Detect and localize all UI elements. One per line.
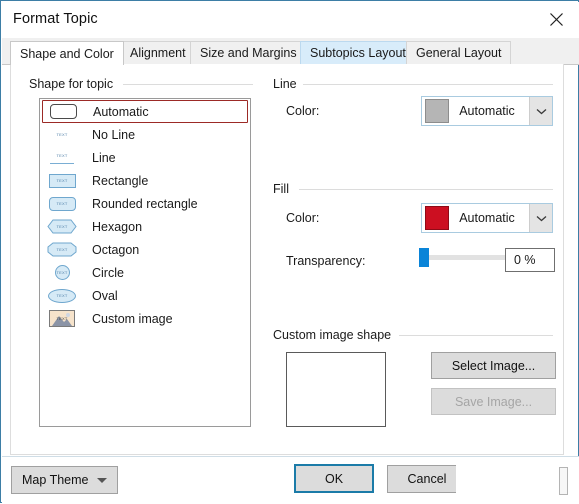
- fill-color-combo[interactable]: Automatic: [421, 203, 553, 233]
- group-divider: [303, 84, 553, 85]
- tab-alignment[interactable]: Alignment: [120, 41, 196, 64]
- list-item-label: Automatic: [93, 104, 149, 119]
- tab-shape-and-color[interactable]: Shape and Color: [10, 41, 124, 65]
- chevron-down-icon[interactable]: [529, 204, 552, 232]
- caret-down-icon: [97, 477, 108, 483]
- fill-color-label: Color:: [286, 211, 320, 225]
- line-color-value: Automatic: [459, 104, 515, 118]
- no-line-icon: TEXT: [56, 131, 68, 137]
- rectangle-icon: TEXT: [44, 172, 80, 190]
- cancel-button[interactable]: Cancel: [387, 465, 467, 493]
- tab-label: General Layout: [416, 46, 502, 60]
- transparency-slider[interactable]: [419, 248, 507, 267]
- ok-button[interactable]: OK: [294, 464, 374, 493]
- chevron-down-icon[interactable]: [529, 97, 552, 125]
- list-item-oval[interactable]: TEXT Oval: [40, 284, 250, 307]
- tab-general-layout[interactable]: General Layout: [406, 41, 512, 64]
- oval-icon: TEXT: [44, 287, 80, 305]
- custom-image-preview[interactable]: [286, 352, 386, 427]
- list-item-label: Octagon: [92, 242, 140, 257]
- button-label: Select Image...: [451, 358, 536, 373]
- map-theme-label: Map Theme: [22, 473, 89, 487]
- hexagon-icon: TEXT: [44, 218, 80, 236]
- list-item-no-line[interactable]: TEXT No Line: [40, 123, 250, 146]
- list-item-line[interactable]: TEXT Line: [40, 146, 250, 169]
- circle-icon: TEXT: [44, 264, 80, 282]
- list-item-rectangle[interactable]: TEXT Rectangle: [40, 169, 250, 192]
- tab-label: Subtopics Layout: [310, 46, 406, 60]
- tab-label: Shape and Color: [20, 46, 114, 61]
- button-label: Save Image...: [454, 394, 533, 409]
- line-color-combo[interactable]: Automatic: [421, 96, 553, 126]
- list-item-label: Oval: [92, 288, 118, 303]
- rounded-rectangle-icon: TEXT: [44, 195, 80, 213]
- transparency-label: Transparency:: [286, 254, 366, 268]
- tab-size-and-margins[interactable]: Size and Margins: [190, 41, 307, 64]
- map-theme-button[interactable]: Map Theme: [11, 466, 118, 494]
- fill-color-swatch: [425, 206, 449, 230]
- list-item-octagon[interactable]: TEXT Octagon: [40, 238, 250, 261]
- tab-subtopics-layout[interactable]: Subtopics Layout: [300, 41, 416, 64]
- transparency-value: 0 %: [514, 253, 536, 267]
- list-item-circle[interactable]: TEXT Circle: [40, 261, 250, 284]
- line-color-swatch: [425, 99, 449, 123]
- fill-color-value: Automatic: [459, 211, 515, 225]
- list-item-custom-image[interactable]: TEXT Custom image: [40, 307, 250, 330]
- shape-list[interactable]: Automatic TEXT No Line TEXT Line TEXT Re…: [39, 98, 251, 427]
- list-item-automatic[interactable]: Automatic: [42, 100, 248, 123]
- custom-image-group-label: Custom image shape: [273, 328, 397, 342]
- list-item-label: Rounded rectangle: [92, 196, 198, 211]
- list-item-label: Circle: [92, 265, 124, 280]
- list-item-label: Line: [92, 150, 116, 165]
- button-label: OK: [324, 471, 344, 486]
- list-item-label: Rectangle: [92, 173, 149, 188]
- group-divider: [123, 84, 253, 85]
- line-color-label: Color:: [286, 104, 320, 118]
- fill-group-label: Fill: [273, 182, 294, 196]
- picture-icon: TEXT: [44, 310, 80, 328]
- resize-grip[interactable]: [559, 467, 568, 495]
- save-image-button: Save Image...: [431, 388, 556, 415]
- page-title: Format Topic: [13, 11, 98, 27]
- tab-bar: Shape and Color Alignment Size and Margi…: [2, 38, 579, 65]
- line-group-label: Line: [273, 77, 302, 91]
- close-button[interactable]: [533, 2, 579, 36]
- list-item-label: No Line: [92, 127, 136, 142]
- close-icon: [549, 12, 564, 27]
- select-image-button[interactable]: Select Image...: [431, 352, 556, 379]
- format-topic-dialog: Format Topic Shape and Color Alignment S…: [0, 0, 579, 504]
- transparency-input[interactable]: 0 %: [505, 248, 555, 272]
- list-item-rounded-rectangle[interactable]: TEXT Rounded rectangle: [40, 192, 250, 215]
- group-divider: [399, 335, 553, 336]
- list-item-hexagon[interactable]: TEXT Hexagon: [40, 215, 250, 238]
- tab-label: Size and Margins: [200, 46, 297, 60]
- slider-track: [419, 255, 507, 260]
- underline-icon: TEXT: [44, 149, 80, 167]
- slider-thumb[interactable]: [419, 248, 429, 267]
- tab-page-shape-and-color: Shape for topic Automatic TEXT No Line T…: [10, 64, 564, 455]
- button-label: Cancel: [407, 472, 447, 486]
- list-item-label: Hexagon: [92, 219, 143, 234]
- title-bar: Format Topic: [2, 2, 579, 38]
- rounded-rectangle-outline-icon: [45, 103, 81, 121]
- tab-label: Alignment: [130, 46, 186, 60]
- list-item-label: Custom image: [92, 311, 173, 326]
- group-divider: [299, 189, 553, 190]
- octagon-icon: TEXT: [44, 241, 80, 259]
- shape-group-label: Shape for topic: [29, 77, 119, 91]
